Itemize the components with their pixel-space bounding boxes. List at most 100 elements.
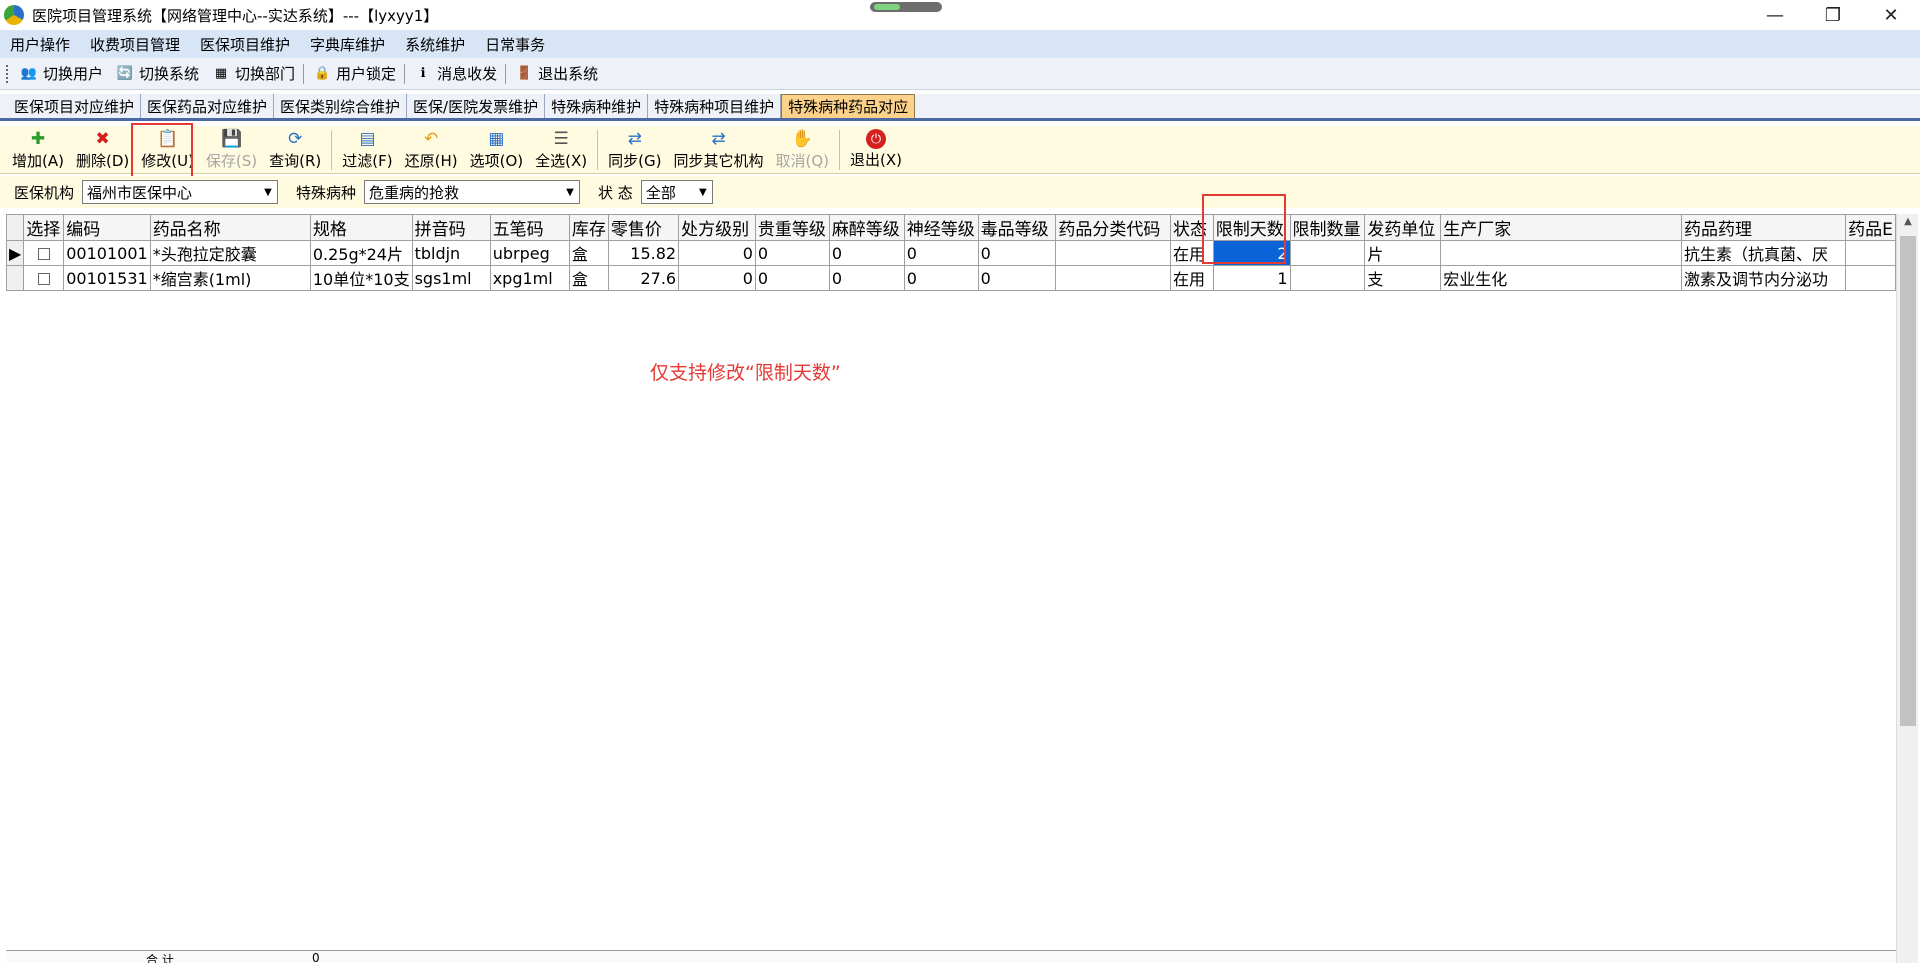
close-button[interactable]: ✕ bbox=[1862, 0, 1920, 30]
select-checkbox-cell[interactable] bbox=[23, 265, 65, 291]
cell-anesthetic-grade[interactable]: 0 bbox=[828, 265, 905, 291]
col-header[interactable]: 五笔码 bbox=[489, 214, 570, 241]
cell-value-grade[interactable]: 0 bbox=[754, 265, 830, 291]
tab-insurance-category[interactable]: 医保类别综合维护 bbox=[274, 94, 408, 118]
options-button[interactable]: ▦ 选项(O) bbox=[464, 128, 530, 171]
cell-value-grade[interactable]: 0 bbox=[754, 240, 830, 266]
cell-dispense-unit[interactable]: 片 bbox=[1364, 240, 1442, 266]
cell-pharmacology[interactable]: 激素及调节内分泌功 bbox=[1680, 265, 1847, 291]
menu-charge-items[interactable]: 收费项目管理 bbox=[80, 34, 190, 55]
table-row[interactable]: ▶ 00101001 *头孢拉定胶囊 0.25g*24片 tbldjn ubrp… bbox=[5, 240, 1896, 266]
add-button[interactable]: ✚ 增加(A) bbox=[6, 128, 70, 171]
switch-user-button[interactable]: 👥 切换用户 bbox=[13, 63, 109, 84]
sync-button[interactable]: ⇄ 同步(G) bbox=[602, 128, 667, 171]
cell-limit-qty[interactable] bbox=[1289, 265, 1366, 291]
row-checkbox[interactable] bbox=[37, 248, 50, 260]
sync-other-button[interactable]: ⇄ 同步其它机构 bbox=[667, 128, 769, 171]
user-lock-button[interactable]: 🔒 用户锁定 bbox=[306, 63, 402, 84]
status-select[interactable]: 全部 ▼ bbox=[640, 180, 713, 204]
col-header[interactable]: 处方级别 bbox=[678, 214, 756, 241]
col-header[interactable]: 贵重等级 bbox=[754, 214, 830, 241]
cell-stock-unit[interactable]: 盒 bbox=[568, 265, 609, 291]
col-header[interactable]: 药品药理 bbox=[1680, 214, 1847, 241]
cell-limit-qty[interactable] bbox=[1289, 240, 1366, 266]
row-checkbox[interactable] bbox=[37, 273, 50, 285]
cell-stock-unit[interactable]: 盒 bbox=[568, 240, 609, 266]
cell-prescription-level[interactable]: 0 bbox=[678, 240, 756, 266]
switch-system-button[interactable]: 🔄 切换系统 bbox=[109, 63, 205, 84]
tab-special-disease[interactable]: 特殊病种维护 bbox=[545, 94, 649, 118]
col-header[interactable]: 发药单位 bbox=[1364, 214, 1442, 241]
col-header[interactable]: 编码 bbox=[63, 214, 151, 241]
cell-pharmacology[interactable]: 抗生素（抗真菌、厌 bbox=[1680, 240, 1847, 266]
col-header[interactable]: 限制数量 bbox=[1289, 214, 1366, 241]
institution-select[interactable]: 福州市医保中心 ▼ bbox=[82, 180, 279, 204]
save-button[interactable]: 💾 保存(S) bbox=[200, 128, 263, 171]
tab-insurance-item-map[interactable]: 医保项目对应维护 bbox=[8, 94, 142, 118]
tab-invoice[interactable]: 医保/医院发票维护 bbox=[407, 94, 546, 118]
select-all-button[interactable]: ☰ 全选(X) bbox=[529, 128, 593, 171]
col-header[interactable]: 规格 bbox=[309, 214, 413, 241]
cell-toxic-grade[interactable]: 0 bbox=[977, 265, 1057, 291]
cell-pinyin[interactable]: sgs1ml bbox=[411, 265, 491, 291]
restore-button[interactable]: ↶ 还原(H) bbox=[399, 128, 464, 171]
col-header[interactable]: 麻醉等级 bbox=[828, 214, 905, 241]
cell-anesthetic-grade[interactable]: 0 bbox=[828, 240, 905, 266]
delete-button[interactable]: ✖ 删除(D) bbox=[70, 128, 135, 171]
cell-dispense-unit[interactable]: 支 bbox=[1364, 265, 1442, 291]
col-header[interactable]: 库存 bbox=[568, 214, 609, 241]
col-header[interactable]: 药品E bbox=[1845, 214, 1896, 241]
col-header[interactable]: 神经等级 bbox=[903, 214, 979, 241]
menu-dictionary[interactable]: 字典库维护 bbox=[300, 34, 395, 55]
cell-drug-name[interactable]: *头孢拉定胶囊 bbox=[149, 240, 311, 266]
menu-insurance-items[interactable]: 医保项目维护 bbox=[190, 34, 300, 55]
cell-spec[interactable]: 0.25g*24片 bbox=[309, 240, 413, 266]
cell-manufacturer[interactable] bbox=[1440, 240, 1682, 266]
cell-nerve-grade[interactable]: 0 bbox=[903, 265, 979, 291]
minimize-button[interactable]: — bbox=[1746, 0, 1804, 30]
row-header[interactable] bbox=[5, 265, 25, 291]
vertical-scrollbar[interactable]: ▲ bbox=[1896, 214, 1918, 963]
menu-user-ops[interactable]: 用户操作 bbox=[0, 34, 80, 55]
filter-button[interactable]: ▤ 过滤(F) bbox=[336, 128, 398, 171]
cell-extra[interactable] bbox=[1845, 240, 1896, 266]
switch-department-button[interactable]: ▦ 切换部门 bbox=[205, 63, 301, 84]
cancel-button[interactable]: ✋ 取消(Q) bbox=[769, 128, 835, 171]
scrollbar-thumb[interactable] bbox=[1900, 236, 1916, 726]
cell-spec[interactable]: 10单位*10支 bbox=[309, 265, 413, 291]
menu-daily[interactable]: 日常事务 bbox=[475, 34, 555, 55]
cell-wubi[interactable]: ubrpeg bbox=[489, 240, 570, 266]
tab-special-disease-drugs[interactable]: 特殊病种药品对应 bbox=[781, 94, 916, 118]
cell-wubi[interactable]: xpg1ml bbox=[489, 265, 570, 291]
tab-insurance-drug-map[interactable]: 医保药品对应维护 bbox=[141, 94, 275, 118]
query-button[interactable]: ⟳ 查询(R) bbox=[263, 128, 327, 171]
cell-category-code[interactable] bbox=[1055, 240, 1171, 266]
col-header[interactable]: 生产厂家 bbox=[1440, 214, 1682, 241]
cell-category-code[interactable] bbox=[1055, 265, 1171, 291]
col-header[interactable]: 拼音码 bbox=[411, 214, 491, 241]
cell-code[interactable]: 00101531 bbox=[63, 265, 151, 291]
cell-retail-price[interactable]: 15.82 bbox=[607, 240, 680, 266]
chevron-down-icon[interactable]: ▼ bbox=[259, 181, 277, 203]
disease-select[interactable]: 危重病的抢救 ▼ bbox=[364, 180, 581, 204]
select-checkbox-cell[interactable] bbox=[23, 240, 65, 266]
scroll-up-icon[interactable]: ▲ bbox=[1897, 216, 1919, 227]
menu-system[interactable]: 系统维护 bbox=[395, 34, 475, 55]
messages-button[interactable]: ℹ 消息收发 bbox=[407, 63, 503, 84]
cell-pinyin[interactable]: tbldjn bbox=[411, 240, 491, 266]
chevron-down-icon[interactable]: ▼ bbox=[694, 181, 712, 203]
cell-toxic-grade[interactable]: 0 bbox=[977, 240, 1057, 266]
cell-status[interactable]: 在用 bbox=[1169, 265, 1214, 291]
exit-system-button[interactable]: 🚪 退出系统 bbox=[508, 63, 604, 84]
current-row-indicator-icon[interactable]: ▶ bbox=[5, 240, 25, 266]
col-header[interactable]: 零售价 bbox=[607, 214, 680, 241]
cell-code[interactable]: 00101001 bbox=[63, 240, 151, 266]
exit-button[interactable]: ⏻ 退出(X) bbox=[844, 129, 908, 170]
col-header[interactable]: 毒品等级 bbox=[977, 214, 1057, 241]
tab-special-disease-items[interactable]: 特殊病种项目维护 bbox=[648, 94, 782, 118]
cell-retail-price[interactable]: 27.6 bbox=[607, 265, 680, 291]
cell-manufacturer[interactable]: 宏业生化 bbox=[1440, 265, 1682, 291]
table-row[interactable]: 00101531 *缩宫素(1ml) 10单位*10支 sgs1ml xpg1m… bbox=[5, 265, 1896, 291]
col-header[interactable]: 选择 bbox=[23, 214, 65, 241]
cell-extra[interactable] bbox=[1845, 265, 1896, 291]
